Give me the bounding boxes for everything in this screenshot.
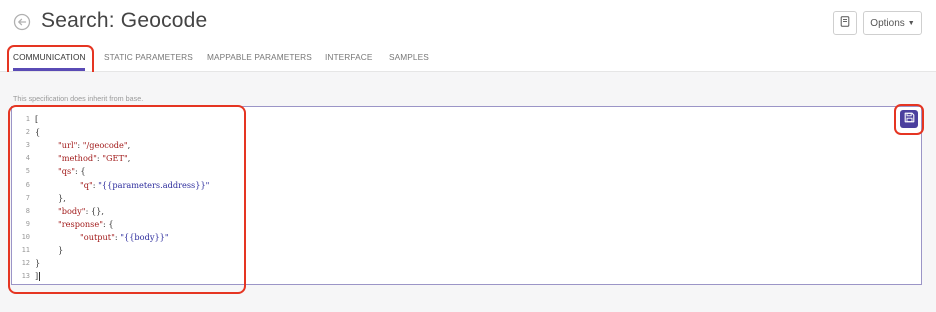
back-arrow-icon[interactable] <box>13 13 31 31</box>
options-dropdown-button[interactable]: Options ▼ <box>863 11 922 35</box>
tab-samples[interactable]: SAMPLES <box>389 52 429 62</box>
inherit-note: This specification does inherit from bas… <box>13 94 144 103</box>
page-title: Search: Geocode <box>41 9 208 32</box>
tab-interface[interactable]: INTERFACE <box>325 52 372 62</box>
options-label: Options <box>870 17 905 29</box>
header: Search: Geocode Options ▼ <box>0 0 936 46</box>
tab-mappable-parameters[interactable]: MAPPABLE PARAMETERS <box>207 52 312 62</box>
document-icon <box>840 14 850 32</box>
documentation-button[interactable] <box>833 11 857 35</box>
editor-highlight-box <box>8 105 246 294</box>
tab-bar: COMMUNICATION STATIC PARAMETERS MAPPABLE… <box>0 46 936 72</box>
caret-down-icon: ▼ <box>907 19 915 27</box>
save-highlight-box <box>894 104 924 135</box>
tab-static-parameters[interactable]: STATIC PARAMETERS <box>104 52 193 62</box>
